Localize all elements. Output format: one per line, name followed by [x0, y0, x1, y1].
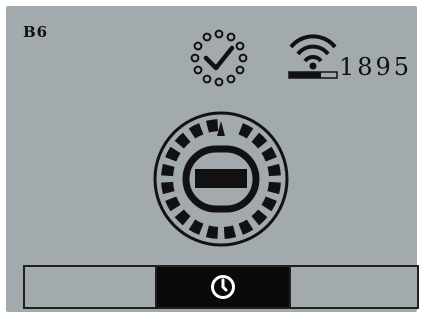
counter-value: 1895	[339, 53, 413, 81]
dial-tick-segment	[161, 181, 175, 195]
dial-tick-segment	[161, 163, 175, 177]
dial-tick-segment	[251, 132, 268, 149]
wifi-signal-icon	[288, 34, 338, 79]
dial-tick-segment	[251, 209, 268, 226]
loading-check-icon	[190, 29, 248, 87]
device-screen: B6 1895	[6, 6, 419, 312]
dial-tick-segment	[267, 163, 281, 177]
dial-tick-segment	[205, 225, 219, 239]
dial-tick-segment	[223, 225, 237, 239]
dial-tick-segment	[205, 119, 219, 133]
dial-tick-segment	[224, 119, 236, 132]
mode-tab-left[interactable]	[25, 267, 157, 307]
dial-tick-segment	[188, 219, 204, 235]
dial-tick-segment	[261, 146, 277, 162]
dial-tick-segment	[238, 219, 254, 235]
dial-tick-segment	[165, 196, 181, 212]
dial-tick-segment	[188, 123, 204, 139]
dial-tick-segment	[165, 146, 181, 162]
dial-tick-segment	[238, 123, 254, 139]
dial-tick-segment	[174, 132, 191, 149]
mode-tab-right[interactable]	[289, 267, 417, 307]
bottom-mode-bar	[23, 265, 419, 309]
mode-tab-selected[interactable]	[157, 267, 289, 307]
clock-icon	[211, 275, 235, 299]
mode-code-label: B6	[23, 23, 49, 41]
compass-dial-icon	[153, 111, 289, 247]
dial-tick-segment	[267, 181, 281, 195]
dial-tick-segment	[261, 196, 277, 212]
dial-tick-segment	[174, 209, 191, 226]
